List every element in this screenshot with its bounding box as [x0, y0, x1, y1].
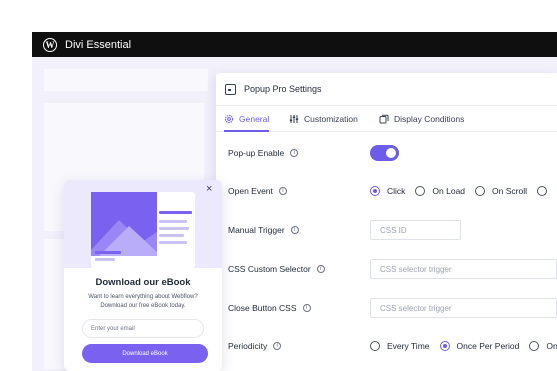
periodicity-label: Periodicity i	[228, 341, 282, 351]
tab-label: Display Conditions	[394, 113, 465, 124]
subtitle-line: Download our free eBook today.	[100, 303, 186, 309]
radio-once-per-period[interactable]: Once Per Period	[439, 341, 520, 351]
radio-click[interactable]: Click	[370, 186, 405, 196]
popup-illustration-area	[64, 180, 222, 268]
close-button-css-input[interactable]: CSS selector trigger	[370, 298, 557, 318]
download-ebook-button[interactable]: Download eBook	[82, 344, 208, 363]
sliders-icon	[289, 114, 299, 123]
email-field[interactable]: Enter your email	[82, 319, 204, 338]
tab-general[interactable]: General	[224, 106, 270, 132]
popup-title: Download our eBook	[95, 277, 191, 288]
radio-more[interactable]	[537, 186, 554, 196]
manual-trigger-label: Manual Trigger i	[228, 225, 299, 235]
radio-label: Click	[387, 186, 406, 196]
info-icon[interactable]: i	[290, 226, 299, 234]
tab-label: General	[239, 113, 270, 124]
radio-on-scroll[interactable]: On Scroll	[475, 186, 527, 196]
radio-label: On Load	[432, 186, 466, 196]
css-selector-input[interactable]: CSS selector trigger	[370, 259, 557, 279]
tab-label: Customization	[304, 113, 358, 124]
close-icon[interactable]: ×	[206, 183, 212, 195]
tab-bar: General Customization Display Conditions	[216, 106, 557, 132]
settings-panel: Popup Pro Settings General Customization	[216, 73, 557, 371]
popup-window-icon	[225, 83, 236, 95]
field-label: CSS Custom Selector	[228, 264, 311, 274]
popup-enable-label: Pop-up Enable i	[228, 148, 299, 158]
radio-selected-icon	[439, 341, 450, 351]
field-label: Open Event	[228, 186, 273, 196]
periodicity-radio-group: Every Time Once Per Period On	[370, 341, 557, 351]
subtitle-line: Want to learn everything about Webflow?	[88, 294, 198, 300]
radio-label: Once Per Period	[456, 341, 520, 351]
panel-title: Popup Pro Settings	[244, 84, 322, 94]
field-label: Periodicity	[228, 341, 268, 351]
radio-unselected-icon	[475, 186, 486, 196]
radio-label: Every Time	[387, 341, 430, 351]
css-selector-label: CSS Custom Selector i	[228, 264, 325, 274]
tab-display-conditions[interactable]: Display Conditions	[379, 106, 464, 131]
info-icon[interactable]: i	[273, 342, 282, 350]
popup-preview: × Download our eBook Want to learn every…	[64, 180, 222, 371]
radio-label: On Scroll	[492, 186, 528, 196]
info-icon[interactable]: i	[278, 187, 287, 195]
radio-on[interactable]: On	[529, 341, 557, 351]
wordpress-logo-icon: W	[43, 37, 57, 52]
manual-trigger-input[interactable]: CSS ID	[370, 220, 461, 240]
info-icon[interactable]: i	[290, 149, 299, 157]
radio-every-time[interactable]: Every Time	[370, 341, 430, 351]
gear-icon	[224, 114, 234, 123]
popup-enable-toggle[interactable]	[370, 145, 399, 161]
field-label: Pop-up Enable	[228, 148, 285, 158]
app-title: Divi Essential	[65, 38, 132, 51]
ebook-illustration	[91, 192, 195, 268]
radio-unselected-icon	[537, 186, 548, 196]
placeholder-block	[44, 69, 208, 91]
field-label: Close Button CSS	[228, 303, 297, 313]
close-button-css-label: Close Button CSS i	[228, 303, 311, 313]
radio-unselected-icon	[370, 341, 380, 351]
radio-selected-icon	[370, 186, 380, 196]
radio-label: On	[546, 341, 557, 351]
field-label: Manual Trigger	[228, 225, 285, 235]
panel-header: Popup Pro Settings	[216, 73, 557, 106]
radio-on-load[interactable]: On Load	[415, 186, 465, 196]
radio-unselected-icon	[529, 341, 540, 351]
info-icon[interactable]: i	[316, 265, 325, 273]
open-event-label: Open Event i	[228, 186, 287, 196]
radio-unselected-icon	[415, 186, 426, 196]
admin-top-bar: W Divi Essential	[32, 32, 557, 57]
copy-icon	[379, 114, 389, 123]
open-event-radio-group: Click On Load On Scroll	[370, 186, 557, 196]
info-icon[interactable]: i	[302, 304, 311, 312]
popup-subtitle: Want to learn everything about Webflow? …	[74, 293, 212, 311]
tab-customization[interactable]: Customization	[289, 106, 358, 131]
